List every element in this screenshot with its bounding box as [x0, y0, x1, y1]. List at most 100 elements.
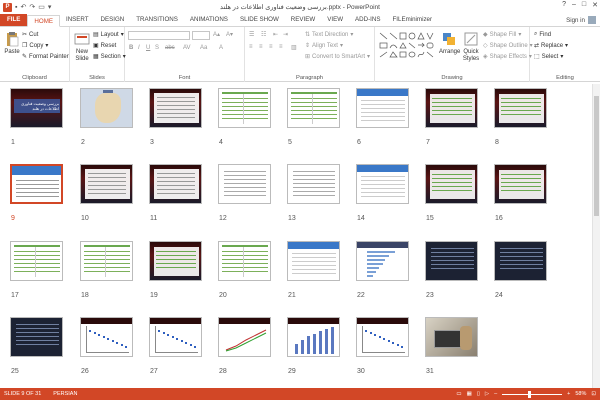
change-case-icon[interactable]: Aa: [200, 45, 207, 51]
columns-icon[interactable]: ▥: [291, 44, 297, 51]
tab-file[interactable]: FILE: [0, 14, 28, 26]
sign-in[interactable]: Sign in: [566, 16, 596, 24]
tab-slide-show[interactable]: SLIDE SHOW: [234, 14, 285, 26]
shape-effects-button[interactable]: ◈ Shape Effects ▾: [483, 53, 532, 61]
minimize-icon[interactable]: –: [572, 1, 576, 9]
align-right-icon[interactable]: ≡: [269, 44, 273, 50]
format-painter-button[interactable]: ✎ Format Painter: [22, 53, 69, 61]
slide-thumbnail[interactable]: [218, 88, 271, 128]
slide-thumbnail[interactable]: [149, 164, 202, 204]
slide-thumbnail[interactable]: [10, 164, 63, 204]
slide-thumbnail[interactable]: [356, 88, 409, 128]
tab-fileminimizer[interactable]: FILEminimizer: [387, 14, 439, 26]
shape-fill-button[interactable]: ◆ Shape Fill ▾: [483, 31, 521, 39]
shape-outline-button[interactable]: ◇ Shape Outline ▾: [483, 42, 533, 50]
underline-icon[interactable]: U: [146, 45, 150, 51]
zoom-level[interactable]: 58%: [575, 391, 586, 397]
slide-thumbnail[interactable]: [80, 164, 133, 204]
char-spacing-icon[interactable]: AV: [183, 45, 191, 51]
slideshow-view-icon[interactable]: ▷: [485, 391, 489, 397]
select-button[interactable]: ⬚ Select ▾: [534, 53, 563, 61]
slide-thumbnail[interactable]: [425, 317, 478, 357]
reading-view-icon[interactable]: ▯: [477, 391, 480, 397]
tab-animations[interactable]: ANIMATIONS: [184, 14, 234, 26]
grow-font-icon[interactable]: A▴: [213, 31, 220, 38]
slide-thumbnail[interactable]: [494, 241, 547, 281]
shapes-gallery[interactable]: [378, 31, 436, 61]
slide-thumbnail[interactable]: [287, 88, 340, 128]
slide-thumbnail[interactable]: [10, 317, 63, 357]
find-button[interactable]: ⌕ Find: [534, 31, 551, 38]
zoom-in-icon[interactable]: +: [567, 391, 570, 397]
arrange-button[interactable]: Arrange: [439, 31, 460, 55]
zoom-slider[interactable]: [502, 390, 563, 398]
tab-design[interactable]: DESIGN: [95, 14, 131, 26]
close-icon[interactable]: ✕: [592, 1, 598, 9]
vertical-scrollbar[interactable]: [592, 84, 600, 388]
slide-thumbnail[interactable]: [218, 241, 271, 281]
strikethrough-icon[interactable]: abc: [165, 45, 175, 51]
slide-thumbnail[interactable]: [356, 164, 409, 204]
shrink-font-icon[interactable]: A▾: [226, 31, 233, 38]
customize-qat-icon[interactable]: ▾: [48, 3, 52, 11]
font-color-icon[interactable]: A: [219, 45, 223, 51]
undo-icon[interactable]: ↶: [20, 3, 26, 11]
slide-thumbnail[interactable]: [80, 88, 133, 128]
slide-thumbnail[interactable]: [149, 317, 202, 357]
align-left-icon[interactable]: ≡: [249, 44, 253, 50]
bold-icon[interactable]: B: [129, 45, 133, 51]
paste-button[interactable]: Paste: [3, 31, 21, 55]
new-slide-button[interactable]: New Slide: [72, 31, 92, 63]
help-icon[interactable]: ?: [562, 1, 566, 9]
scrollbar-thumb[interactable]: [594, 96, 599, 216]
align-text-button[interactable]: ⇕ Align Text ▾: [305, 42, 343, 50]
tab-view[interactable]: VIEW: [321, 14, 349, 26]
slide-thumbnail[interactable]: [218, 317, 271, 357]
redo-icon[interactable]: ↷: [29, 3, 35, 11]
zoom-out-icon[interactable]: –: [494, 391, 497, 397]
replace-button[interactable]: ⇄ Replace ▾: [534, 42, 568, 50]
slide-thumbnail[interactable]: بررسی وضعیت فناوری اطلاعات در هلند: [10, 88, 63, 128]
text-direction-button[interactable]: ⇅ Text Direction ▾: [305, 31, 353, 39]
layout-button[interactable]: ▤ Layout ▾: [93, 31, 124, 39]
slide-thumbnail[interactable]: [494, 88, 547, 128]
tab-review[interactable]: REVIEW: [285, 14, 321, 26]
slide-thumbnail[interactable]: [287, 317, 340, 357]
slide-thumbnail[interactable]: [425, 164, 478, 204]
font-name-box[interactable]: [128, 31, 190, 40]
align-center-icon[interactable]: ≡: [259, 44, 263, 50]
save-icon[interactable]: ▪: [15, 4, 17, 11]
slide-thumbnail[interactable]: [425, 88, 478, 128]
slide-thumbnail[interactable]: [80, 317, 133, 357]
maximize-icon[interactable]: □: [582, 1, 586, 9]
sign-in-label[interactable]: Sign in: [566, 17, 585, 24]
avatar[interactable]: [588, 16, 596, 24]
normal-view-icon[interactable]: ▭: [456, 391, 461, 397]
slide-thumbnail[interactable]: [356, 241, 409, 281]
numbering-icon[interactable]: ☷: [261, 31, 266, 38]
tab-add-ins[interactable]: ADD-INS: [349, 14, 386, 26]
slide-thumbnail[interactable]: [356, 317, 409, 357]
tab-home[interactable]: HOME: [27, 15, 60, 27]
slide-thumbnail[interactable]: [80, 241, 133, 281]
shadow-icon[interactable]: S: [155, 45, 159, 51]
slide-thumbnail[interactable]: [149, 88, 202, 128]
reset-button[interactable]: ▣ Reset: [93, 42, 116, 50]
slide-thumbnail[interactable]: [218, 164, 271, 204]
section-button[interactable]: ▦ Section ▾: [93, 53, 126, 61]
slide-thumbnail[interactable]: [287, 241, 340, 281]
increase-indent-icon[interactable]: ⇥: [283, 31, 288, 38]
tab-insert[interactable]: INSERT: [60, 14, 95, 26]
slide-thumbnail[interactable]: [10, 241, 63, 281]
slide-thumbnail[interactable]: [425, 241, 478, 281]
start-slideshow-icon[interactable]: ▭: [38, 3, 45, 11]
copy-button[interactable]: ❐ Copy ▾: [22, 42, 48, 50]
bullets-icon[interactable]: ☰: [249, 31, 254, 38]
slide-thumbnail[interactable]: [149, 241, 202, 281]
italic-icon[interactable]: I: [138, 45, 140, 51]
slide-thumbnail[interactable]: [287, 164, 340, 204]
cut-button[interactable]: ✂ Cut: [22, 31, 38, 39]
language-indicator[interactable]: PERSIAN: [53, 391, 77, 397]
fit-slide-icon[interactable]: ⊡: [591, 391, 596, 397]
convert-smartart-button[interactable]: ⊞ Convert to SmartArt ▾: [305, 53, 370, 61]
